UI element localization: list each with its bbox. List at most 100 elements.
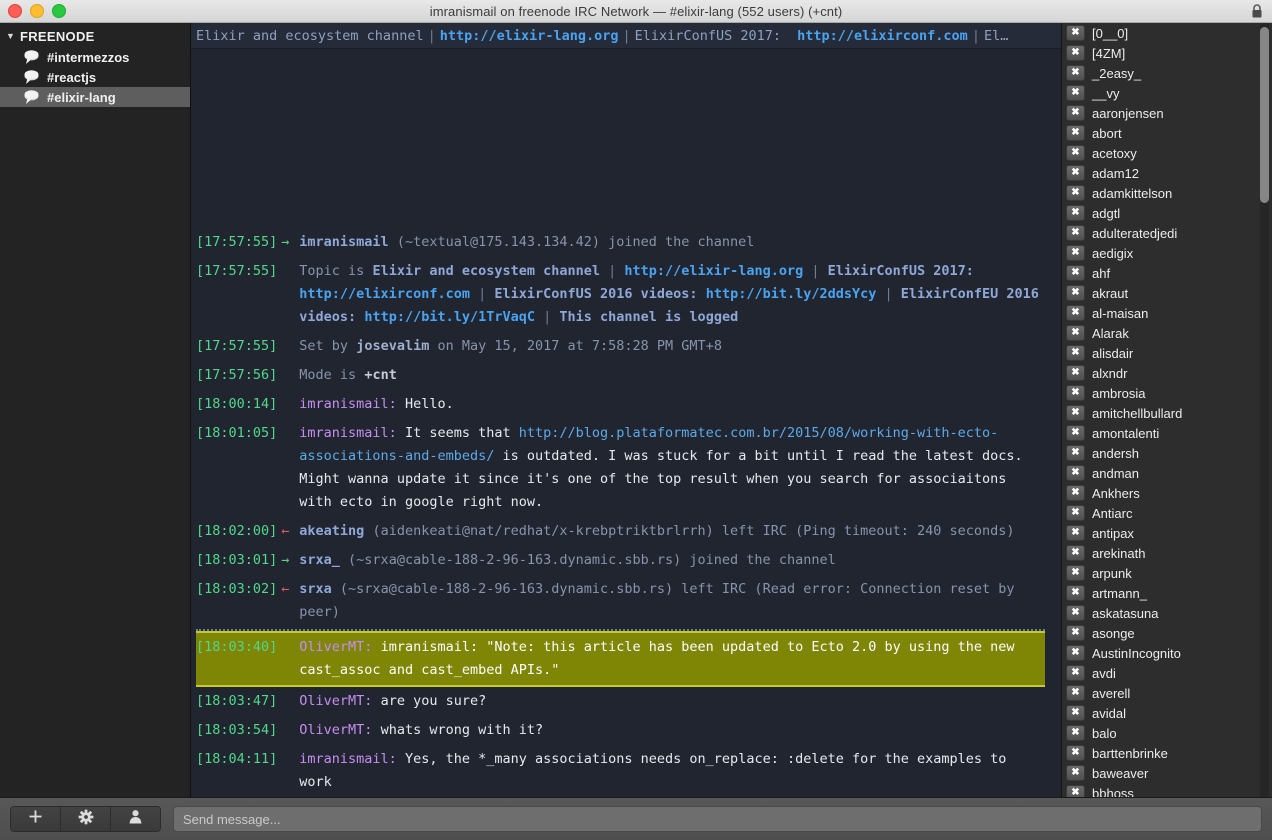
user-mode-badge-icon: ✖ xyxy=(1066,325,1085,341)
user-list-item[interactable]: ✖ andersh xyxy=(1062,443,1272,463)
user-list-item[interactable]: ✖ andman xyxy=(1062,463,1272,483)
topic-link-2[interactable]: http://elixirconf.com xyxy=(797,28,968,44)
message-row[interactable]: [17:57:56] Mode is +cnt xyxy=(196,361,1045,390)
user-list-item[interactable]: ✖ __vy xyxy=(1062,83,1272,103)
user-list-item[interactable]: ✖ alisdair xyxy=(1062,343,1272,363)
user-mode-badge-icon: ✖ xyxy=(1066,185,1085,201)
user-list-item[interactable]: ✖ Alarak xyxy=(1062,323,1272,343)
part-arrow-icon: ← xyxy=(281,581,290,597)
user-nick-label: adulteratedjedi xyxy=(1092,225,1178,241)
message-row[interactable]: [17:57:55] Topic is Elixir and ecosystem … xyxy=(196,257,1045,332)
user-nick-label: barttenbrinke xyxy=(1092,745,1168,761)
user-nick-label: adam12 xyxy=(1092,165,1139,181)
maximize-window-button[interactable] xyxy=(52,4,66,18)
user-list-item[interactable]: ✖ adamkittelson xyxy=(1062,183,1272,203)
message-row[interactable]: [18:01:05] imranismail: It seems that htt… xyxy=(196,419,1045,517)
message-segment: (~srxa@cable-188-2-96-163.dynamic.sbb.rs… xyxy=(299,581,1023,620)
user-list-item[interactable]: ✖ amitchellbullard xyxy=(1062,403,1272,423)
chat-scrollbar[interactable] xyxy=(1050,51,1059,795)
user-button[interactable] xyxy=(111,807,160,831)
message-row[interactable]: [18:03:40] OliverMT: imranismail: "Note: … xyxy=(196,633,1045,685)
user-list-item[interactable]: ✖ barttenbrinke xyxy=(1062,743,1272,763)
message-segment: Hello. xyxy=(404,396,454,412)
message-list[interactable]: [17:57:55] → imranismail (~textual@175.143… xyxy=(191,49,1061,797)
user-list-item[interactable]: ✖ avidal xyxy=(1062,703,1272,723)
user-nick-label: avidal xyxy=(1092,705,1126,721)
user-list-item[interactable]: ✖ [0__0] xyxy=(1062,23,1272,43)
message-row[interactable]: [18:00:14] imranismail: Hello. xyxy=(196,390,1045,419)
user-list-item[interactable]: ✖ arekinath xyxy=(1062,543,1272,563)
user-list-item[interactable]: ✖ Ankhers xyxy=(1062,483,1272,503)
sidebar-item-intermezzos[interactable]: #intermezzos xyxy=(0,47,190,67)
message-link[interactable]: http://bit.ly/1TrVaqC xyxy=(364,309,535,325)
user-list-item[interactable]: ✖ _2easy_ xyxy=(1062,63,1272,83)
sidebar-item-reactjs[interactable]: #reactjs xyxy=(0,67,190,87)
user-list-item[interactable]: ✖ avdi xyxy=(1062,663,1272,683)
user-mode-badge-icon: ✖ xyxy=(1066,65,1085,81)
user-list-item[interactable]: ✖ al-maisan xyxy=(1062,303,1272,323)
message-link[interactable]: http://elixir-lang.org xyxy=(624,263,803,279)
message-row[interactable]: [17:57:55] → imranismail (~textual@175.143… xyxy=(196,228,1045,257)
user-list-item[interactable]: ✖ ahf xyxy=(1062,263,1272,283)
settings-button[interactable] xyxy=(61,807,111,831)
user-mode-badge-icon: ✖ xyxy=(1066,605,1085,621)
channel-topic-bar[interactable]: Elixir and ecosystem channel | http://el… xyxy=(191,23,1061,49)
message-row[interactable]: [18:03:47] OliverMT: are you sure? xyxy=(196,687,1045,716)
user-list-item[interactable]: ✖ abort xyxy=(1062,123,1272,143)
user-list-item[interactable]: ✖ acetoxy xyxy=(1062,143,1272,163)
user-list-item[interactable]: ✖ adam12 xyxy=(1062,163,1272,183)
message-text: Set by josevalim on May 15, 2017 at 7:58… xyxy=(299,335,1045,358)
message-row[interactable]: [18:03:01] → srxa_ (~srxa@cable-188-2-96-1… xyxy=(196,546,1045,575)
user-list-item[interactable]: ✖ adgtl xyxy=(1062,203,1272,223)
user-list-item[interactable]: ✖ akraut xyxy=(1062,283,1272,303)
minimize-window-button[interactable] xyxy=(30,4,44,18)
user-list-item[interactable]: ✖ averell xyxy=(1062,683,1272,703)
user-list-item[interactable]: ✖ Antiarc xyxy=(1062,503,1272,523)
message-gutter xyxy=(277,364,299,387)
user-list-item[interactable]: ✖ balo xyxy=(1062,723,1272,743)
user-list-item[interactable]: ✖ amontalenti xyxy=(1062,423,1272,443)
message-timestamp: [18:02:00] xyxy=(196,523,278,539)
user-mode-badge-icon: ✖ xyxy=(1066,205,1085,221)
user-list-item[interactable]: ✖ artmann_ xyxy=(1062,583,1272,603)
message-gutter xyxy=(277,690,299,713)
message-timestamp: [17:57:55] xyxy=(196,338,278,354)
user-list[interactable]: ✖ [0__0] ✖ [4ZM] ✖ _2easy_ ✖ __vy ✖ aaronjensen ✖ a… xyxy=(1061,23,1272,797)
sidebar-item-elixir-lang[interactable]: #elixir-lang xyxy=(0,87,190,107)
user-list-item[interactable]: ✖ antipax xyxy=(1062,523,1272,543)
user-list-item[interactable]: ✖ bbhoss xyxy=(1062,783,1272,797)
message-row[interactable]: [18:04:11] imranismail: Yes, the *_many a… xyxy=(196,745,1045,797)
message-row[interactable]: [17:57:55] Set by josevalim on May 15, 20… xyxy=(196,332,1045,361)
user-list-item[interactable]: ✖ baweaver xyxy=(1062,763,1272,783)
message-link[interactable]: http://elixirconf.com xyxy=(299,286,470,302)
message-input[interactable]: Send message... xyxy=(173,806,1262,832)
user-nick-label: alxndr xyxy=(1092,365,1128,381)
message-row[interactable]: [18:03:54] OliverMT: whats wrong with it? xyxy=(196,716,1045,745)
user-list-item[interactable]: ✖ askatasuna xyxy=(1062,603,1272,623)
user-list-item[interactable]: ✖ arpunk xyxy=(1062,563,1272,583)
user-list-item[interactable]: ✖ adulteratedjedi xyxy=(1062,223,1272,243)
message-link[interactable]: http://bit.ly/2ddsYcy xyxy=(706,286,877,302)
user-list-item[interactable]: ✖ asonge xyxy=(1062,623,1272,643)
user-mode-badge-icon: ✖ xyxy=(1066,385,1085,401)
user-list-item[interactable]: ✖ ambrosia xyxy=(1062,383,1272,403)
user-list-item[interactable]: ✖ [4ZM] xyxy=(1062,43,1272,63)
message-row[interactable]: [18:03:02] ← srxa (~srxa@cable-188-2-96-16… xyxy=(196,575,1045,627)
user-list-item[interactable]: ✖ alxndr xyxy=(1062,363,1272,383)
message-text: imranismail: It seems that http://blog.p… xyxy=(299,422,1045,514)
sidebar: ▼ FREENODE #intermezzos #reactjs #elixir… xyxy=(0,23,191,797)
chevron-down-icon[interactable]: ▼ xyxy=(6,31,20,41)
user-list-item[interactable]: ✖ aaronjensen xyxy=(1062,103,1272,123)
close-window-button[interactable] xyxy=(8,4,22,18)
user-list-item[interactable]: ✖ AustinIncognito xyxy=(1062,643,1272,663)
add-button[interactable] xyxy=(11,807,61,831)
user-mode-badge-icon: ✖ xyxy=(1066,705,1085,721)
sidebar-server-freenode[interactable]: ▼ FREENODE xyxy=(0,25,190,47)
user-nick-label: artmann_ xyxy=(1092,585,1147,601)
message-row[interactable]: [18:02:00] ← akeating (aidenkeati@nat/redh… xyxy=(196,517,1045,546)
user-list-item[interactable]: ✖ aedigix xyxy=(1062,243,1272,263)
message-gutter xyxy=(277,393,299,416)
message-nick: akeating xyxy=(299,523,365,539)
user-list-scrollbar-thumb[interactable] xyxy=(1260,27,1269,203)
topic-link-1[interactable]: http://elixir-lang.org xyxy=(440,28,619,44)
